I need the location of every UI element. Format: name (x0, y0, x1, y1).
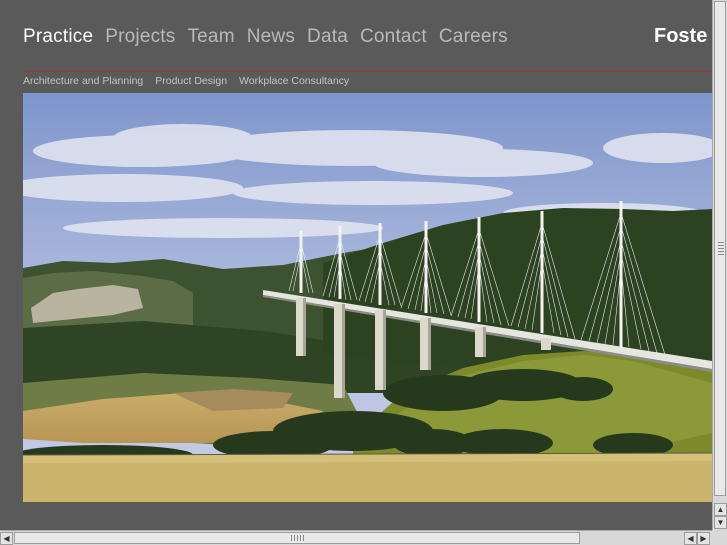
site-logo[interactable]: Foste (654, 25, 707, 48)
scroll-down-button[interactable]: ▼ (714, 516, 727, 529)
nav-projects[interactable]: Projects (105, 26, 175, 48)
subnav-architecture-planning[interactable]: Architecture and Planning (23, 75, 143, 87)
scroll-up-button[interactable]: ▲ (714, 503, 727, 516)
hero-image (23, 93, 712, 502)
nav-careers[interactable]: Careers (439, 26, 508, 48)
vertical-scrollbar[interactable]: ▲ ▼ (712, 0, 727, 530)
horizontal-grip-icon (291, 535, 305, 541)
scroll-left-button-2[interactable]: ◀ (684, 532, 697, 545)
nav-team[interactable]: Team (187, 26, 234, 48)
main-nav: Practice Projects Team News Data Contact… (23, 26, 508, 48)
vertical-scroll-thumb[interactable] (714, 1, 726, 496)
sub-nav: Architecture and Planning Product Design… (23, 75, 349, 87)
horizontal-scrollbar[interactable]: ◀ ◀ ▶ (0, 530, 712, 545)
nav-practice[interactable]: Practice (23, 26, 93, 48)
nav-news[interactable]: News (247, 26, 295, 48)
horizontal-scroll-thumb[interactable] (14, 532, 580, 544)
subnav-workplace-consultancy[interactable]: Workplace Consultancy (239, 75, 349, 87)
nav-data[interactable]: Data (307, 26, 348, 48)
subnav-product-design[interactable]: Product Design (155, 75, 227, 87)
header-divider (23, 71, 712, 72)
scroll-left-button[interactable]: ◀ (0, 532, 13, 545)
scroll-right-button[interactable]: ▶ (697, 532, 710, 545)
nav-contact[interactable]: Contact (360, 26, 427, 48)
vertical-grip-icon (718, 242, 724, 256)
viaduct-photo (23, 93, 712, 502)
scrollbar-corner (712, 530, 727, 545)
